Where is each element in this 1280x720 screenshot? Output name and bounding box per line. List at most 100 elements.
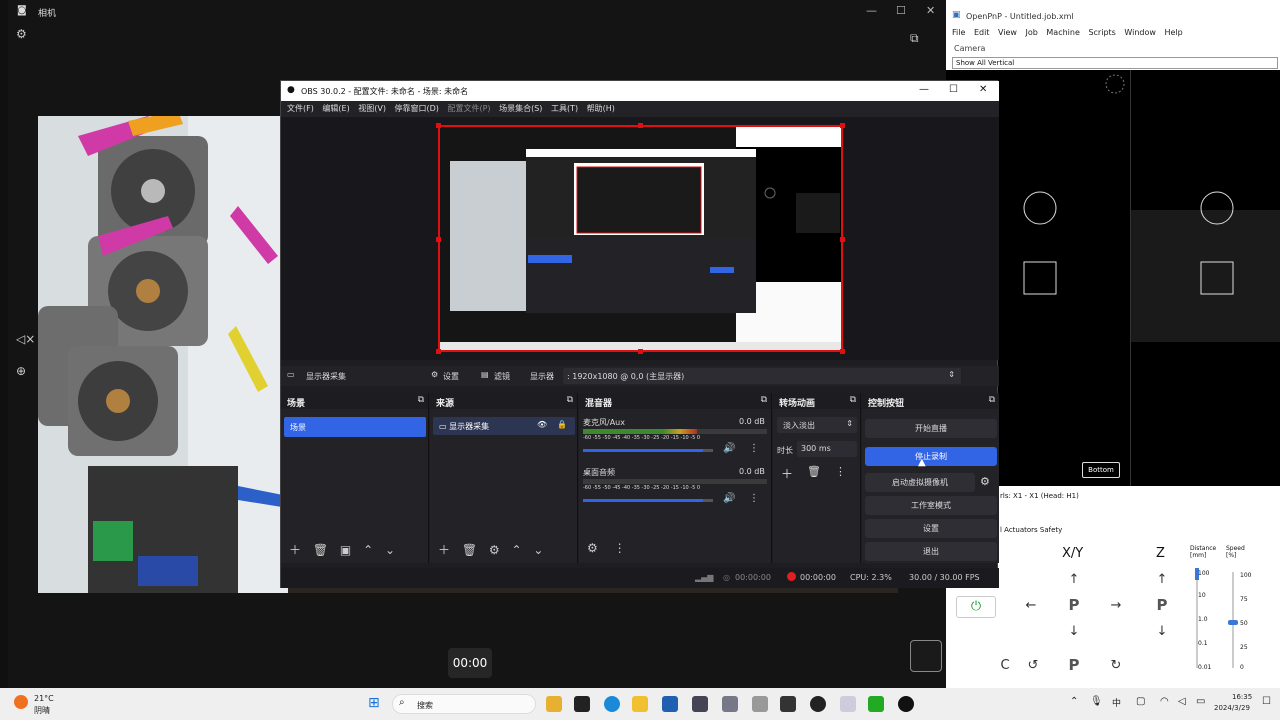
edge-browser-icon[interactable] bbox=[604, 696, 620, 712]
source-filters-button[interactable]: 滤镜 bbox=[494, 371, 510, 382]
volume-fader[interactable] bbox=[583, 499, 713, 502]
undock-icon[interactable]: ⧉ bbox=[418, 395, 424, 405]
obs-maximize-icon[interactable]: ☐ bbox=[949, 84, 958, 95]
add-icon[interactable]: ＋ bbox=[289, 543, 301, 557]
menu-edit[interactable]: 编辑(E) bbox=[322, 101, 349, 117]
canvas-handle[interactable] bbox=[638, 123, 643, 128]
task-view-icon[interactable] bbox=[574, 696, 590, 712]
menu-machine[interactable]: Machine bbox=[1046, 28, 1080, 37]
kebab-menu-icon[interactable]: ⋮ bbox=[835, 465, 846, 478]
chevron-down-icon[interactable]: ⌄ bbox=[533, 543, 543, 557]
canvas-handle[interactable] bbox=[840, 123, 845, 128]
microphone-icon[interactable]: 🎙 bbox=[1090, 696, 1103, 707]
jog-y-up-icon[interactable]: ↑ bbox=[1063, 572, 1085, 587]
transition-select[interactable]: 淡入淡出 ⇕ bbox=[777, 417, 857, 433]
obs-preview-canvas[interactable] bbox=[436, 123, 845, 354]
jog-z-down-icon[interactable]: ↓ bbox=[1151, 624, 1173, 639]
menu-view[interactable]: 视图(V) bbox=[358, 101, 386, 117]
settings-taskbar-icon[interactable] bbox=[722, 696, 738, 712]
lock-icon[interactable]: 🔒 bbox=[557, 420, 567, 429]
zoom-icon[interactable]: ⊕ bbox=[16, 364, 26, 378]
kebab-menu-icon[interactable]: ⋮ bbox=[614, 541, 626, 555]
clock-time[interactable]: 16:35 bbox=[1232, 693, 1252, 701]
volume-icon[interactable]: ◁ bbox=[1178, 696, 1186, 707]
menu-job[interactable]: Job bbox=[1026, 28, 1038, 37]
settings-button[interactable]: 设置 bbox=[865, 519, 997, 538]
add-icon[interactable]: ＋ bbox=[781, 465, 793, 482]
filter-icon[interactable]: ▤ bbox=[481, 370, 489, 379]
widgets-icon[interactable] bbox=[546, 696, 562, 712]
camera-select[interactable]: Show All Vertical bbox=[952, 57, 1278, 69]
menu-scripts[interactable]: Scripts bbox=[1088, 28, 1115, 37]
undock-icon[interactable]: ⧉ bbox=[761, 395, 767, 405]
speaker-icon[interactable]: 🔊 bbox=[723, 443, 735, 454]
start-virtual-camera-button[interactable]: 启动虚拟摄像机 bbox=[865, 473, 975, 492]
menu-tools[interactable]: 工具(T) bbox=[551, 101, 578, 117]
obs-minimize-icon[interactable]: — bbox=[919, 84, 929, 95]
speaker-icon[interactable]: 🔊 bbox=[723, 493, 735, 504]
park-z-button[interactable]: P bbox=[1151, 596, 1173, 614]
menu-scene-collection[interactable]: 场景集合(S) bbox=[499, 101, 542, 117]
obs-taskbar-icon[interactable] bbox=[810, 696, 826, 712]
source-item[interactable]: ▭ 显示器采集 👁 🔒 bbox=[433, 417, 575, 435]
gear-icon[interactable]: ⚙ bbox=[587, 541, 598, 555]
rotate-reset-icon[interactable]: C bbox=[994, 658, 1016, 673]
taskbar-search[interactable]: ⌕ 搜索 bbox=[392, 694, 536, 714]
undock-icon[interactable]: ⧉ bbox=[567, 395, 573, 405]
maximize-icon[interactable]: ☐ bbox=[896, 4, 906, 17]
start-streaming-button[interactable]: 开始直播 bbox=[865, 419, 997, 438]
menu-file[interactable]: 文件(F) bbox=[287, 101, 314, 117]
app-taskbar-icon[interactable] bbox=[752, 696, 768, 712]
stop-recording-button[interactable]: 停止录制 bbox=[865, 447, 997, 466]
obs-close-icon[interactable]: ✕ bbox=[979, 84, 987, 95]
tray-app-icon[interactable]: ▢ bbox=[1136, 696, 1145, 707]
mute-icon[interactable]: ◁× bbox=[16, 332, 35, 346]
capture-button[interactable] bbox=[910, 640, 942, 672]
machine-power-button[interactable]: ⏻ bbox=[956, 596, 996, 618]
app-taskbar-icon[interactable] bbox=[840, 696, 856, 712]
kebab-menu-icon[interactable]: ⋮ bbox=[749, 493, 759, 504]
tray-chevron-icon[interactable]: ⌃ bbox=[1070, 696, 1078, 707]
clock-date[interactable]: 2024/3/29 bbox=[1214, 704, 1250, 712]
gear-icon[interactable]: ⚙ bbox=[980, 475, 990, 488]
park-xy-button[interactable]: P bbox=[1063, 596, 1085, 614]
trash-icon[interactable]: 🗑 bbox=[807, 465, 821, 478]
menu-docks[interactable]: 停靠窗口(D) bbox=[395, 101, 439, 117]
windows-start-icon[interactable]: ⊞ bbox=[368, 695, 380, 711]
rotate-cw-icon[interactable]: ↻ bbox=[1105, 658, 1127, 673]
canvas-handle[interactable] bbox=[840, 349, 845, 354]
exit-button[interactable]: 退出 bbox=[865, 542, 997, 561]
eye-icon[interactable]: 👁 bbox=[537, 420, 547, 429]
gear-icon[interactable]: ⚙ bbox=[431, 370, 438, 379]
canvas-handle[interactable] bbox=[436, 349, 441, 354]
menu-view[interactable]: View bbox=[998, 28, 1017, 37]
undock-icon[interactable]: ⧉ bbox=[850, 395, 856, 405]
menu-help[interactable]: Help bbox=[1164, 28, 1182, 37]
jog-y-down-icon[interactable]: ↓ bbox=[1063, 624, 1085, 639]
studio-mode-button[interactable]: 工作室模式 bbox=[865, 496, 997, 515]
ime-icon[interactable]: 中 bbox=[1112, 696, 1121, 709]
canvas-handle[interactable] bbox=[840, 237, 845, 242]
undock-icon[interactable]: ⧉ bbox=[989, 395, 995, 405]
chevron-down-icon[interactable]: ⌄ bbox=[385, 543, 395, 557]
duration-spinbox[interactable]: 300 ms bbox=[797, 441, 857, 457]
rotate-ccw-icon[interactable]: ↺ bbox=[1022, 658, 1044, 673]
scene-item[interactable]: 场景 bbox=[284, 417, 426, 437]
close-icon[interactable]: ✕ bbox=[926, 4, 935, 17]
volume-fader[interactable] bbox=[583, 449, 713, 452]
canvas-handle[interactable] bbox=[436, 237, 441, 242]
jog-x-right-icon[interactable]: → bbox=[1105, 598, 1127, 613]
app-taskbar-icon[interactable] bbox=[898, 696, 914, 712]
jog-z-up-icon[interactable]: ↑ bbox=[1151, 572, 1173, 587]
gear-icon[interactable]: ⚙ bbox=[489, 543, 500, 557]
trash-icon[interactable]: 🗑 bbox=[462, 543, 477, 557]
add-icon[interactable]: ＋ bbox=[438, 543, 450, 557]
menu-profile[interactable]: 配置文件(P) bbox=[447, 101, 490, 117]
canvas-handle[interactable] bbox=[638, 349, 643, 354]
chevron-up-icon[interactable]: ⌃ bbox=[512, 543, 522, 557]
menu-window[interactable]: Window bbox=[1124, 28, 1156, 37]
source-settings-button[interactable]: 设置 bbox=[443, 371, 459, 382]
menu-file[interactable]: File bbox=[952, 28, 965, 37]
notification-icon[interactable]: ☐ bbox=[1262, 696, 1271, 707]
camera-switch-icon[interactable]: ⧉ bbox=[910, 31, 919, 46]
